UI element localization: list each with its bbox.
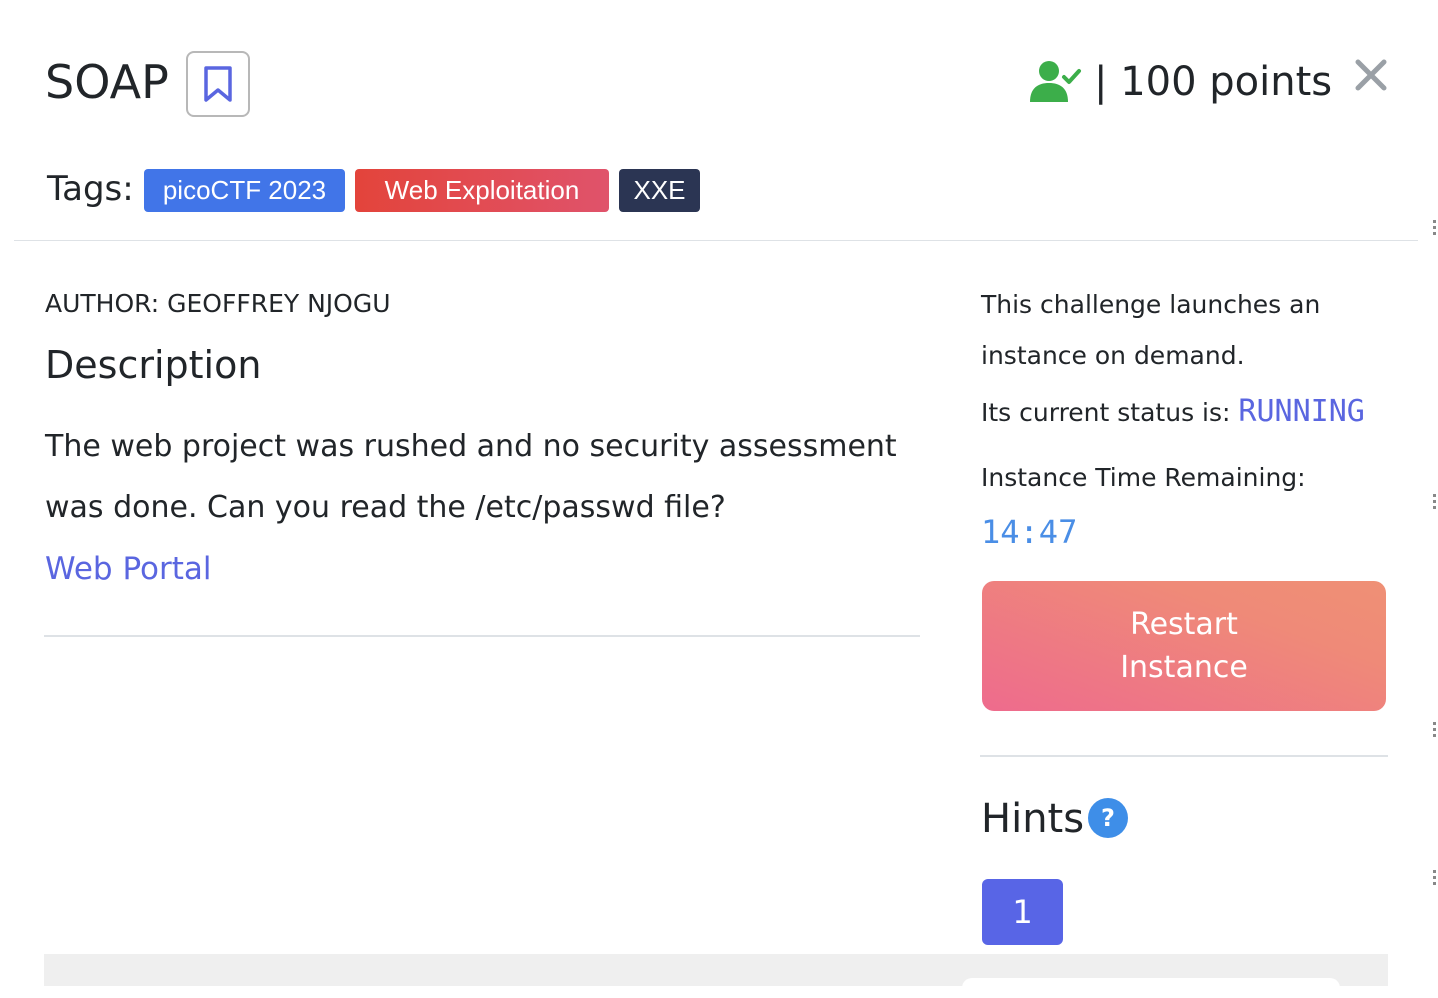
status-value: RUNNING bbox=[1238, 394, 1365, 429]
scrollbar-edge-mark bbox=[1433, 870, 1436, 886]
header-divider bbox=[14, 240, 1418, 241]
help-icon-glyph: ? bbox=[1101, 804, 1115, 832]
bookmark-button[interactable] bbox=[186, 51, 250, 117]
scrollbar-edge-mark bbox=[1433, 220, 1436, 236]
points-label: | 100 points bbox=[1094, 59, 1333, 105]
scrollbar-edge-mark bbox=[1433, 722, 1436, 738]
description-divider bbox=[44, 635, 920, 637]
instance-launch-text-2: instance on demand. bbox=[981, 341, 1245, 370]
web-portal-link[interactable]: Web Portal bbox=[45, 548, 212, 590]
instance-launch-text-1: This challenge launches an bbox=[981, 290, 1321, 319]
bookmark-icon bbox=[204, 66, 232, 102]
tag-xxe[interactable]: XXE bbox=[619, 169, 700, 212]
hint-content-card bbox=[962, 978, 1340, 998]
tag-web-exploitation[interactable]: Web Exploitation bbox=[355, 169, 609, 212]
hints-divider bbox=[980, 755, 1388, 757]
close-icon[interactable] bbox=[1354, 58, 1388, 92]
hints-heading: Hints bbox=[981, 796, 1085, 842]
tag-picoctf-2023[interactable]: picoCTF 2023 bbox=[144, 169, 345, 212]
challenge-title: SOAP bbox=[45, 55, 169, 109]
hint-1-button[interactable]: 1 bbox=[982, 879, 1063, 945]
instance-status: Its current status is: RUNNING bbox=[981, 392, 1365, 433]
description-heading: Description bbox=[45, 343, 262, 387]
user-check-icon bbox=[1030, 61, 1081, 102]
time-remaining-label: Instance Time Remaining: bbox=[981, 463, 1306, 492]
description-text: The web project was rushed and no securi… bbox=[45, 429, 897, 525]
restart-instance-button[interactable]: Restart Instance bbox=[982, 581, 1386, 711]
author-label: AUTHOR: GEOFFREY NJOGU bbox=[45, 289, 391, 318]
status-label: Its current status is: bbox=[981, 398, 1239, 427]
time-remaining-value: 14:47 bbox=[981, 513, 1078, 551]
question-circle-icon[interactable]: ? bbox=[1088, 798, 1128, 838]
tags-label: Tags: bbox=[47, 169, 134, 209]
scrollbar-edge-mark bbox=[1433, 494, 1436, 510]
